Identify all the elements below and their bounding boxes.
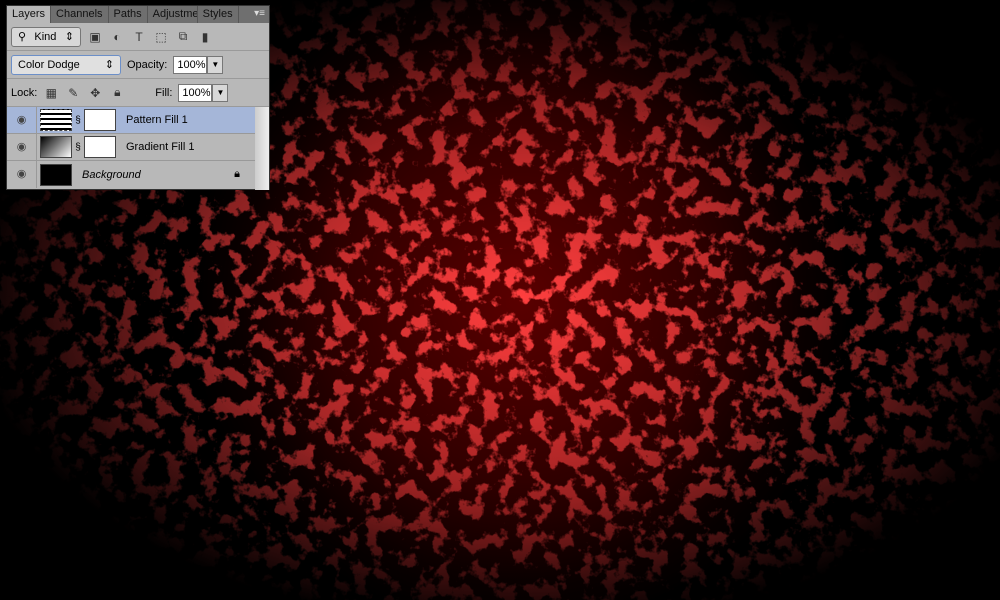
layer-gradient-fill[interactable]: ◉ § Gradient Fill 1 — [7, 134, 256, 161]
smart-object-filter-icon[interactable]: ⧉ — [175, 29, 191, 44]
updown-icon: ⇕ — [64, 31, 74, 43]
opacity-label: Opacity: — [127, 58, 168, 71]
eye-icon[interactable]: ◉ — [7, 161, 37, 188]
lock-label: Lock: — [11, 86, 38, 99]
lock-all-icon[interactable]: 🔒︎ — [109, 85, 125, 100]
tab-channels[interactable]: Channels — [51, 6, 109, 23]
layer-name: Background — [82, 168, 141, 181]
fill-input[interactable]: 100% — [178, 83, 213, 102]
lock-transparency-icon[interactable]: ▦ — [43, 86, 59, 100]
tab-styles[interactable]: Styles — [198, 6, 239, 23]
tab-paths[interactable]: Paths — [109, 6, 148, 23]
background-thumbnail — [40, 163, 72, 186]
layer-background[interactable]: ◉ Background 🔒︎ — [7, 161, 256, 188]
layer-pattern-fill[interactable]: ◉ § Pattern Fill 1 — [7, 107, 256, 134]
layers-scrollbar[interactable] — [255, 107, 269, 190]
fill-dropdown[interactable]: ▼ — [212, 83, 229, 102]
tab-adjustments[interactable]: Adjustme — [148, 6, 198, 23]
tab-layers[interactable]: Layers — [7, 6, 52, 23]
panel-menu-icon[interactable]: ▾≡ — [254, 8, 265, 19]
type-filter-icon[interactable]: T — [131, 30, 147, 44]
link-icon[interactable]: § — [72, 115, 84, 126]
eye-icon[interactable]: ◉ — [7, 107, 37, 133]
shape-filter-icon[interactable]: ⬚ — [153, 30, 169, 44]
filter-kind-select[interactable]: ⚲ Kind ⇕ — [11, 26, 81, 47]
image-filter-icon[interactable]: ▣ — [87, 30, 103, 44]
lock-position-icon[interactable]: ✥ — [87, 86, 103, 100]
updown-icon: ⇕ — [104, 59, 114, 71]
lock-icon: 🔒︎ — [234, 168, 240, 180]
layer-mask-thumbnail[interactable] — [84, 109, 116, 131]
link-icon[interactable]: § — [72, 142, 84, 153]
blend-mode-select[interactable]: Color Dodge ⇕ — [11, 54, 121, 75]
eye-icon[interactable]: ◉ — [7, 134, 37, 160]
layer-name: Gradient Fill 1 — [126, 141, 195, 153]
gradient-thumbnail — [40, 136, 72, 158]
opacity-dropdown[interactable]: ▼ — [207, 55, 224, 74]
opacity-input[interactable]: 100% — [173, 55, 208, 74]
search-icon: ⚲ — [18, 31, 27, 43]
lock-pixels-icon[interactable]: ✎ — [65, 86, 81, 100]
filter-toggle[interactable]: ▮ — [197, 30, 213, 44]
layer-mask-thumbnail[interactable] — [84, 136, 116, 158]
fill-label: Fill: — [155, 86, 173, 99]
layers-panel: Layers Channels Paths Adjustme Styles ▾≡… — [6, 5, 270, 190]
layer-name: Pattern Fill 1 — [126, 114, 188, 126]
pattern-thumbnail — [40, 109, 72, 131]
adjustment-filter-icon[interactable]: ◐ — [109, 30, 125, 44]
